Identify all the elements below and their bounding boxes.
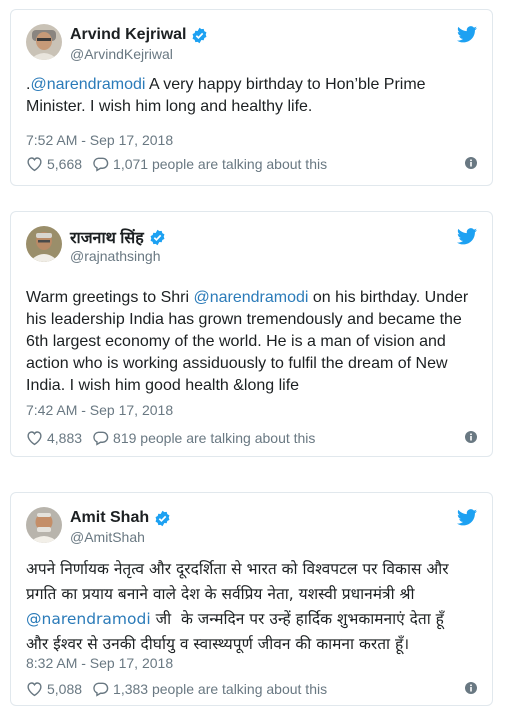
verified-badge-icon [193, 27, 207, 43]
tweet-header: Amit Shah @AmitShah [26, 507, 477, 547]
author-names: Arvind Kejriwal @ArvindKejriwal [70, 25, 208, 62]
info-icon[interactable] [465, 431, 477, 443]
tweet-timestamp[interactable]: 7:42 AM - Sep 17, 2018 [26, 402, 173, 418]
tweet-text: अपने निर्णायक नेतृत्व और दूरदर्शिता से भ… [26, 557, 478, 657]
speech-bubble-icon [93, 157, 109, 172]
author-names: Amit Shah @AmitShah [70, 508, 171, 545]
talking-link[interactable]: 1,071 people are talking about this [92, 156, 327, 172]
heart-icon [27, 157, 42, 172]
avatar[interactable] [26, 507, 62, 543]
like-count: 4,883 [47, 430, 83, 446]
tweet-text: Warm greetings to Shri @narendramodi on … [26, 287, 478, 397]
twitter-bird-icon[interactable] [457, 26, 477, 43]
mention-link[interactable]: @narendramodi [30, 76, 145, 93]
author-names: राजनाथ सिंह @rajnathsingh [70, 227, 166, 264]
talking-text: 1,383 people are talking about this [113, 681, 328, 697]
author-handle[interactable]: @rajnathsingh [70, 248, 166, 264]
twitter-bird-icon[interactable] [457, 228, 477, 245]
like-button[interactable]: 5,668 [26, 156, 82, 172]
mention-link[interactable]: @narendramodi [193, 289, 308, 306]
talking-text: 819 people are talking about this [113, 430, 316, 446]
like-count: 5,668 [47, 156, 83, 172]
tweet-header: राजनाथ सिंह @rajnathsingh [26, 226, 477, 266]
talking-link[interactable]: 819 people are talking about this [92, 430, 315, 446]
author-handle[interactable]: @ArvindKejriwal [70, 46, 208, 62]
tweet-text: .@narendramodi A very happy birthday to … [26, 74, 478, 118]
author-name[interactable]: Amit Shah [70, 509, 149, 527]
text-prefix: अपने निर्णायक नेतृत्व और दूरदर्शिता से भ… [26, 560, 449, 603]
like-button[interactable]: 5,088 [26, 681, 82, 697]
speech-bubble-icon [93, 682, 109, 697]
info-icon[interactable] [465, 157, 477, 169]
tweet-timestamp[interactable]: 8:32 AM - Sep 17, 2018 [26, 655, 173, 671]
avatar[interactable] [26, 226, 62, 262]
author-handle[interactable]: @AmitShah [70, 529, 171, 545]
speech-bubble-icon [93, 431, 109, 446]
twitter-bird-icon[interactable] [457, 509, 477, 526]
mention-link[interactable]: @narendramodi [26, 610, 151, 628]
like-button[interactable]: 4,883 [26, 430, 82, 446]
tweet-card-rajnath: राजनाथ सिंह @rajnathsingh Warm greetings… [10, 211, 493, 457]
talking-text: 1,071 people are talking about this [113, 156, 328, 172]
tweet-header: Arvind Kejriwal @ArvindKejriwal [26, 24, 477, 64]
verified-badge-icon [150, 229, 165, 245]
heart-icon [27, 682, 42, 697]
info-icon[interactable] [465, 682, 477, 694]
tweet-actions: 5,668 1,071 people are talking about thi… [26, 154, 477, 174]
author-name[interactable]: राजनाथ सिंह [70, 226, 144, 248]
avatar[interactable] [26, 24, 62, 60]
tweet-actions: 4,883 819 people are talking about this [26, 428, 477, 448]
like-count: 5,088 [47, 681, 83, 697]
tweet-card-kejriwal: Arvind Kejriwal @ArvindKejriwal .@narend… [10, 9, 493, 186]
tweet-timestamp[interactable]: 7:52 AM - Sep 17, 2018 [26, 132, 173, 148]
heart-icon [27, 431, 42, 446]
verified-badge-icon [155, 510, 170, 526]
tweet-card-amitshah: Amit Shah @AmitShah अपने निर्णायक नेतृत्… [10, 492, 493, 706]
author-name[interactable]: Arvind Kejriwal [70, 26, 186, 44]
talking-link[interactable]: 1,383 people are talking about this [92, 681, 327, 697]
tweet-actions: 5,088 1,383 people are talking about thi… [26, 679, 477, 699]
text-prefix: Warm greetings to Shri [26, 289, 194, 306]
